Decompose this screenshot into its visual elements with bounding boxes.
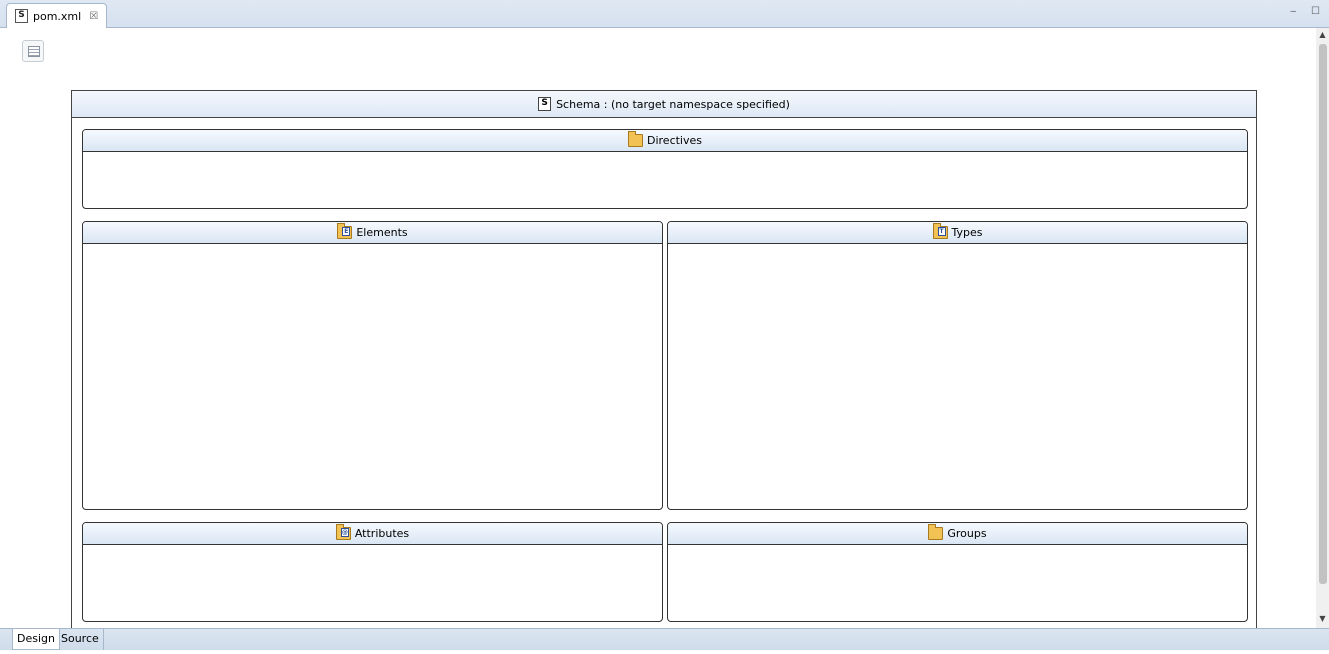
scrollbar-thumb[interactable] [1319, 44, 1327, 584]
elements-panel[interactable]: E Elements [82, 221, 663, 510]
attributes-label: Attributes [354, 527, 410, 540]
minimize-icon[interactable]: ‒ [1290, 6, 1296, 17]
schema-header[interactable]: S Schema : (no target namespace specifie… [72, 91, 1256, 118]
maximize-icon[interactable]: ☐ [1311, 6, 1320, 17]
close-icon[interactable]: ☒ [89, 11, 98, 22]
schema-title: Schema : (no target namespace specified) [556, 97, 790, 111]
groups-panel[interactable]: Groups [667, 522, 1248, 622]
attribute-folder-icon: @ [335, 524, 351, 540]
schema-file-icon: S [15, 9, 28, 23]
groups-header: Groups [668, 523, 1247, 545]
types-header: T Types [668, 222, 1247, 244]
schema-icon: S [538, 97, 552, 111]
attributes-panel[interactable]: @ Attributes [82, 522, 663, 622]
editor-tab-label: pom.xml [33, 9, 82, 23]
palette-toggle-icon[interactable] [22, 40, 44, 62]
directives-panel[interactable]: Directives [82, 129, 1248, 209]
tab-source[interactable]: Source [57, 629, 104, 650]
elements-header: E Elements [83, 222, 662, 244]
page-tab-bar: Design Source [0, 628, 1329, 650]
directives-label: Directives [647, 134, 702, 147]
vertical-scrollbar[interactable]: ▲ ▼ [1316, 28, 1329, 628]
editor-tab-bar: S pom.xml ☒ ‒ ☐ [0, 0, 1329, 28]
scroll-up-arrow-icon[interactable]: ▲ [1318, 30, 1327, 39]
attributes-header: @ Attributes [83, 523, 662, 545]
tab-design[interactable]: Design [12, 629, 60, 650]
types-folder-icon: T [932, 223, 948, 239]
scroll-down-arrow-icon[interactable]: ▼ [1318, 614, 1327, 623]
types-label: Types [951, 226, 983, 239]
group-folder-icon [928, 524, 944, 540]
types-panel[interactable]: T Types [667, 221, 1248, 510]
groups-label: Groups [947, 527, 987, 540]
directives-header: Directives [83, 130, 1247, 152]
element-folder-icon: E [337, 223, 353, 239]
elements-label: Elements [356, 226, 408, 239]
editor-tab-pom-xml[interactable]: S pom.xml ☒ [6, 3, 108, 28]
folder-open-icon [628, 131, 643, 147]
